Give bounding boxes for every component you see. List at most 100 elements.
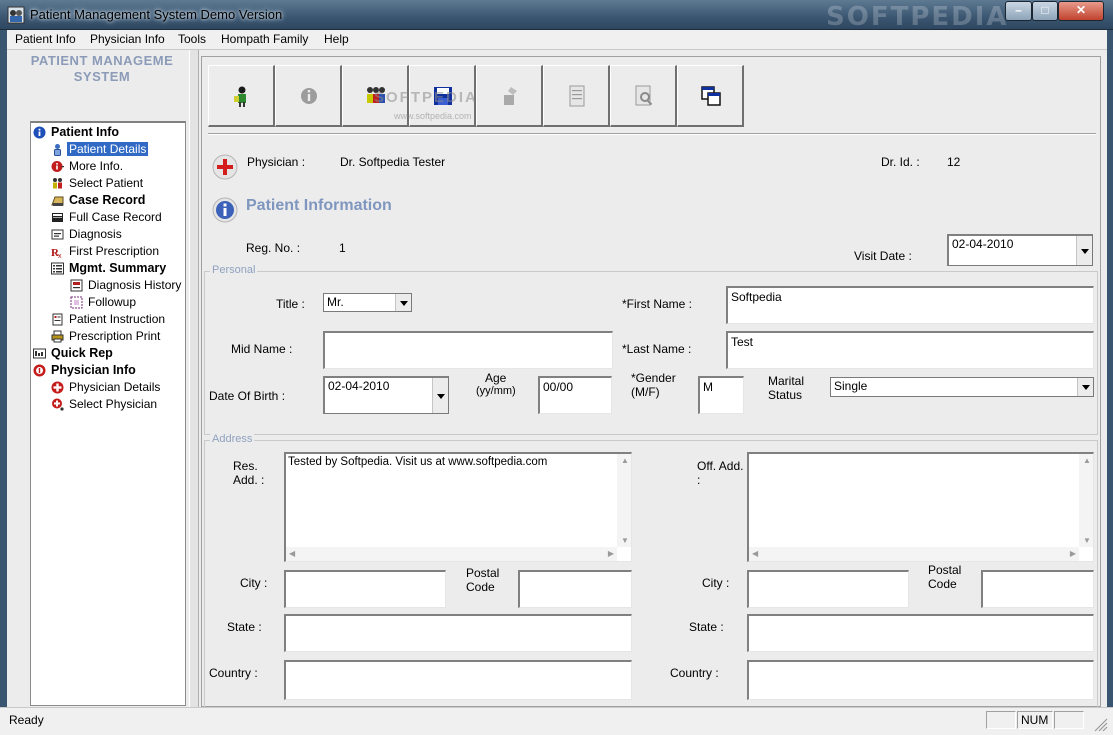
personal-group-title: Personal [210, 264, 258, 276]
sidebar-header-line2: SYSTEM [73, 69, 131, 84]
tree-item-label: Diagnosis [69, 227, 122, 241]
close-button[interactable]: ✕ [1058, 1, 1104, 21]
chevron-down-icon[interactable] [1076, 236, 1092, 265]
window-frame-left [0, 30, 7, 707]
toolbar-watermark-url: www.softpedia.com [394, 111, 472, 121]
svg-text:x: x [58, 253, 62, 258]
toolbar-document-button[interactable] [543, 65, 610, 127]
scroll-up-icon[interactable]: ▲ [1083, 456, 1091, 465]
dob-picker[interactable]: 02-04-2010 [323, 376, 449, 414]
marital-status-select[interactable]: Single [830, 377, 1094, 397]
vertical-scrollbar[interactable]: ▲ ▼ [617, 454, 631, 547]
status-text: Ready [9, 713, 44, 727]
scroll-right-icon[interactable]: ▶ [608, 549, 614, 558]
tree-item-label: Select Patient [69, 176, 144, 190]
tree-item-label: Physician Details [69, 380, 161, 394]
res-city-label: City : [240, 576, 268, 590]
visit-date-label: Visit Date : [854, 249, 912, 263]
first-name-field[interactable]: Softpedia [726, 286, 1094, 324]
chevron-down-icon[interactable] [395, 294, 411, 311]
office-address-textarea[interactable]: ▲ ▼ ◀ ▶ [747, 452, 1094, 562]
toolbar-delete-button[interactable] [476, 65, 543, 127]
last-name-field[interactable]: Test [726, 331, 1094, 369]
window-frame-right [1107, 30, 1113, 707]
horizontal-scrollbar[interactable]: ◀ ▶ [286, 547, 617, 561]
horizontal-scrollbar[interactable]: ◀ ▶ [749, 547, 1079, 561]
tree-item-label: Patient Instruction [69, 312, 166, 326]
toolbar-copy-button[interactable] [677, 65, 744, 127]
new-patient-icon [234, 86, 246, 107]
rx-icon: Rx [51, 247, 62, 258]
physician-info-icon [33, 364, 46, 377]
scroll-left-icon[interactable]: ◀ [289, 549, 295, 558]
gender-unit-label: (M/F) [631, 385, 660, 399]
status-panel-caps [986, 711, 1016, 729]
patient-form-panel: SOFTPEDIA www.softpedia.com Physician : … [201, 56, 1101, 708]
panel-splitter[interactable] [189, 50, 199, 707]
menu-hompath-family[interactable]: Hompath Family [214, 32, 315, 46]
age-label: Age [485, 371, 507, 385]
scroll-up-icon[interactable]: ▲ [621, 456, 629, 465]
res-address-label-line1: Res. [233, 459, 258, 473]
copy-icon [701, 86, 721, 106]
office-postal-label-line1: Postal [928, 563, 962, 577]
toolbar-preview-button[interactable] [610, 65, 677, 127]
mid-name-field[interactable] [323, 331, 613, 369]
history-icon [70, 279, 83, 292]
address-group-title: Address [210, 433, 255, 445]
menu-tools[interactable]: Tools [171, 32, 213, 46]
tree-item-label: Patient Info [51, 125, 120, 139]
document-icon [569, 85, 585, 107]
vertical-scrollbar[interactable]: ▲ ▼ [1079, 454, 1093, 547]
office-state-field[interactable] [747, 614, 1094, 652]
menu-patient-info[interactable]: Patient Info [8, 32, 83, 46]
tree-item-label: Quick Rep [51, 346, 113, 360]
patient-info-icon [212, 197, 238, 223]
separator [208, 133, 1096, 135]
navigation-tree: Patient Info Patient Details More Info. … [30, 121, 186, 706]
chevron-down-icon[interactable] [432, 378, 448, 413]
book-icon [52, 213, 63, 222]
client-area: PATIENT MANAGEME SYSTEM Patient Info Pat… [7, 50, 1107, 708]
tree-item-label: Patient Details [65, 141, 150, 157]
res-state-field[interactable] [284, 614, 632, 652]
sidebar-header-line1: PATIENT MANAGEME [30, 53, 174, 68]
tree-item-label: Physician Info [51, 363, 136, 377]
toolbar-info-button[interactable] [275, 65, 342, 127]
resize-grip-icon[interactable] [1094, 718, 1108, 732]
office-country-field[interactable] [747, 660, 1094, 700]
menu-physician-info[interactable]: Physician Info [83, 32, 172, 46]
visit-date-picker[interactable]: 02-04-2010 [947, 234, 1093, 266]
toolbar-new-patient-button[interactable] [208, 65, 275, 127]
toolbar-watermark: SOFTPEDIA [374, 89, 478, 106]
res-city-field[interactable] [284, 570, 446, 608]
close-icon: ✕ [1075, 3, 1087, 17]
tree-item-label: Case Record [69, 193, 146, 207]
res-address-textarea[interactable]: Tested by Softpedia. Visit us at www.sof… [284, 452, 632, 562]
maximize-button[interactable]: □ [1032, 1, 1058, 21]
res-address-text: Tested by Softpedia. Visit us at www.sof… [288, 456, 548, 468]
marital-status-label-line1: Marital [768, 374, 805, 388]
minimize-button[interactable]: – [1005, 1, 1032, 21]
physician-label: Physician : [247, 155, 306, 169]
visit-date-value: 02-04-2010 [952, 237, 1014, 251]
age-field[interactable]: 00/00 [538, 376, 612, 414]
scroll-left-icon[interactable]: ◀ [752, 549, 758, 558]
menu-help[interactable]: Help [317, 32, 356, 46]
res-postal-code-field[interactable] [518, 570, 632, 608]
people-icon [53, 178, 62, 189]
gender-label: *Gender [631, 371, 676, 385]
case-icon [51, 196, 64, 206]
chevron-down-icon[interactable] [1077, 378, 1093, 396]
scroll-down-icon[interactable]: ▼ [621, 536, 629, 545]
gender-field[interactable]: M [698, 376, 744, 414]
office-postal-code-field[interactable] [981, 570, 1094, 608]
scroll-down-icon[interactable]: ▼ [1083, 536, 1091, 545]
scroll-right-icon[interactable]: ▶ [1070, 549, 1076, 558]
office-city-field[interactable] [747, 570, 909, 608]
diagnosis-icon [51, 229, 64, 240]
office-address-label-line1: Off. Add. [697, 459, 744, 473]
tree-item-label: Diagnosis History [88, 278, 182, 292]
title-select[interactable]: Mr. [323, 293, 412, 312]
res-country-field[interactable] [284, 660, 632, 700]
